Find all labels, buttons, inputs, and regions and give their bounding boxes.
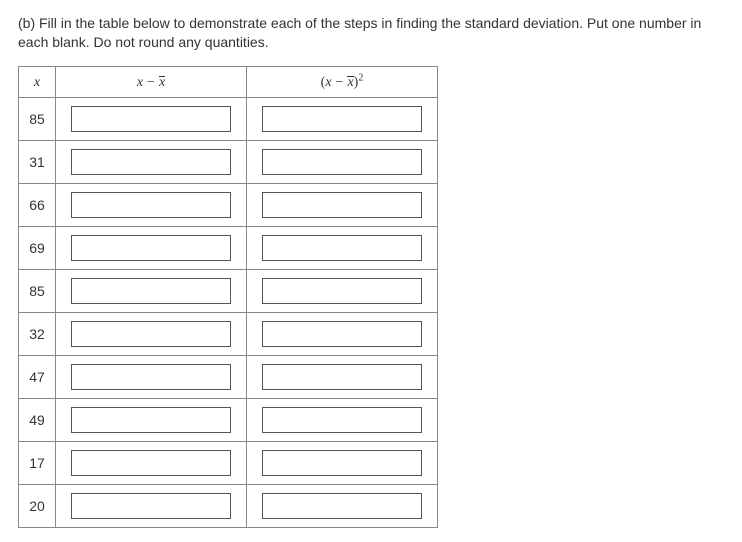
sq-deviation-input[interactable] <box>262 450 422 476</box>
sq-deviation-input[interactable] <box>262 364 422 390</box>
deviation-input[interactable] <box>71 278 231 304</box>
sq-deviation-input[interactable] <box>262 278 422 304</box>
x-value-cell: 69 <box>19 226 56 269</box>
sq-deviation-input[interactable] <box>262 106 422 132</box>
question-prompt: (b) Fill in the table below to demonstra… <box>18 14 724 52</box>
x-value: 32 <box>23 326 51 342</box>
sq-deviation-input[interactable] <box>262 493 422 519</box>
x-value-cell: 85 <box>19 97 56 140</box>
deviation-input[interactable] <box>71 321 231 347</box>
x-value: 20 <box>23 498 51 514</box>
x-value-cell: 49 <box>19 398 56 441</box>
deviation-cell <box>56 140 247 183</box>
sq-deviation-cell <box>247 226 438 269</box>
deviation-input[interactable] <box>71 493 231 519</box>
sq-deviation-input[interactable] <box>262 235 422 261</box>
table-row: 85 <box>19 97 438 140</box>
std-dev-table: x x−x (x−x)2 85 31 66 69 85 32 47 49 17 20 <box>18 66 438 528</box>
col-header-sq-deviation: (x−x)2 <box>247 66 438 97</box>
deviation-cell <box>56 398 247 441</box>
x-value: 31 <box>23 154 51 170</box>
deviation-input[interactable] <box>71 106 231 132</box>
x-value-cell: 32 <box>19 312 56 355</box>
x-value-cell: 17 <box>19 441 56 484</box>
deviation-cell <box>56 269 247 312</box>
sq-deviation-input[interactable] <box>262 407 422 433</box>
col-header-x: x <box>19 66 56 97</box>
deviation-cell <box>56 97 247 140</box>
x-value-cell: 85 <box>19 269 56 312</box>
deviation-input[interactable] <box>71 235 231 261</box>
x-value: 47 <box>23 369 51 385</box>
sq-deviation-cell <box>247 97 438 140</box>
deviation-cell <box>56 355 247 398</box>
sq-deviation-cell <box>247 484 438 527</box>
table-row: 47 <box>19 355 438 398</box>
x-value: 69 <box>23 240 51 256</box>
table-row: 66 <box>19 183 438 226</box>
sq-deviation-cell <box>247 441 438 484</box>
x-value-cell: 31 <box>19 140 56 183</box>
table-row: 17 <box>19 441 438 484</box>
x-value-cell: 66 <box>19 183 56 226</box>
table-row: 20 <box>19 484 438 527</box>
table-row: 49 <box>19 398 438 441</box>
deviation-input[interactable] <box>71 149 231 175</box>
x-value-cell: 20 <box>19 484 56 527</box>
x-value: 85 <box>23 283 51 299</box>
sq-deviation-cell <box>247 312 438 355</box>
deviation-input[interactable] <box>71 450 231 476</box>
table-row: 69 <box>19 226 438 269</box>
x-value-cell: 47 <box>19 355 56 398</box>
sq-deviation-cell <box>247 269 438 312</box>
deviation-cell <box>56 226 247 269</box>
sq-deviation-input[interactable] <box>262 192 422 218</box>
table-row: 32 <box>19 312 438 355</box>
table-row: 31 <box>19 140 438 183</box>
sq-deviation-input[interactable] <box>262 149 422 175</box>
sq-deviation-cell <box>247 398 438 441</box>
sq-deviation-cell <box>247 355 438 398</box>
deviation-input[interactable] <box>71 407 231 433</box>
x-value: 85 <box>23 111 51 127</box>
sq-deviation-input[interactable] <box>262 321 422 347</box>
deviation-cell <box>56 183 247 226</box>
deviation-cell <box>56 484 247 527</box>
x-value: 17 <box>23 455 51 471</box>
col-header-deviation: x−x <box>56 66 247 97</box>
sq-deviation-cell <box>247 140 438 183</box>
deviation-cell <box>56 441 247 484</box>
x-value: 49 <box>23 412 51 428</box>
sq-deviation-cell <box>247 183 438 226</box>
x-value: 66 <box>23 197 51 213</box>
deviation-input[interactable] <box>71 192 231 218</box>
deviation-input[interactable] <box>71 364 231 390</box>
deviation-cell <box>56 312 247 355</box>
table-row: 85 <box>19 269 438 312</box>
